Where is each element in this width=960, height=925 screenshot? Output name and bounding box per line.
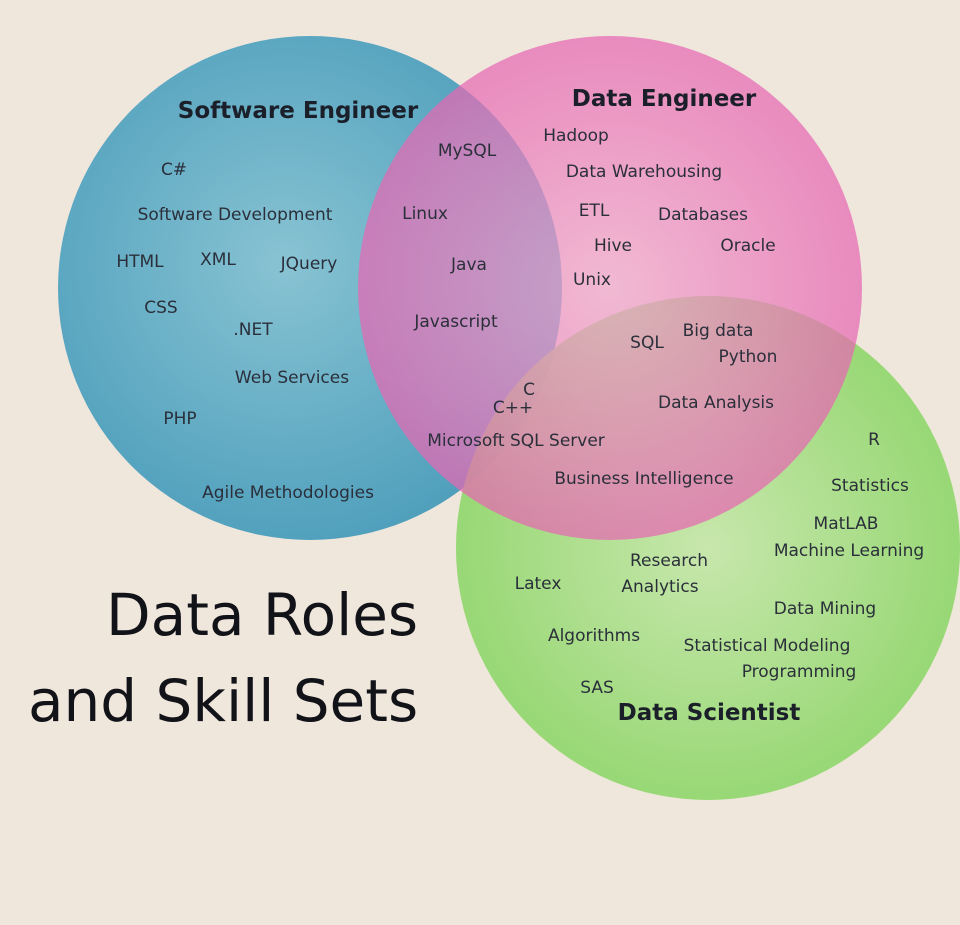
title-line-1: Data Roles (106, 581, 419, 649)
skill-label: R (868, 430, 880, 450)
skill-label: CSS (144, 298, 178, 318)
skill-label: XML (200, 250, 236, 270)
skill-label: Java (451, 255, 487, 275)
skill-label: Microsoft SQL Server (427, 431, 605, 451)
skill-label: Programming (741, 662, 857, 682)
venn-diagram (58, 36, 960, 800)
skill-label: Business Intelligence (554, 469, 734, 489)
skill-label: Databases (658, 205, 748, 225)
skill-label: Hadoop (543, 126, 609, 146)
skill-label: Data Mining (773, 599, 877, 619)
skill-label: Data Analysis (657, 393, 775, 413)
data-scientist-heading: Data Scientist (617, 700, 801, 726)
title-line-2: and Skill Sets (28, 667, 419, 735)
skill-label: MySQL (437, 141, 497, 161)
skill-label: SAS (580, 678, 614, 698)
skill-label: Latex (514, 574, 562, 594)
skill-label: Software Development (137, 205, 333, 225)
skill-label: Hive (593, 236, 633, 256)
skill-label: Oracle (720, 236, 776, 256)
skill-label: PHP (163, 409, 197, 429)
skill-label: .NET (233, 320, 273, 340)
skill-label: Big data (682, 321, 754, 341)
skill-label: SQL (630, 333, 664, 353)
skill-label: Linux (402, 204, 448, 224)
diagram-title: Data Roles and Skill Sets (28, 572, 418, 744)
skill-label: Research (630, 551, 708, 571)
skill-label: ETL (578, 201, 610, 221)
skill-label: Javascript (414, 312, 498, 332)
skill-label: Unix (572, 270, 612, 290)
skill-label: Machine Learning (773, 541, 925, 561)
software-engineer-heading: Software Engineer (177, 98, 419, 124)
data-engineer-heading: Data Engineer (571, 86, 757, 112)
skill-label: JQuery (280, 254, 338, 274)
skill-label: C++ (492, 398, 534, 418)
skill-label: Agile Methodologies (202, 483, 374, 503)
skill-label: MatLAB (813, 514, 879, 534)
skill-label: Data Warehousing (565, 162, 723, 182)
skill-label: Algorithms (547, 626, 641, 646)
skill-label: Analytics (621, 577, 699, 597)
skill-label: Statistics (831, 476, 909, 496)
skill-label: HTML (116, 252, 164, 272)
skill-label: Statistical Modeling (683, 636, 851, 656)
skill-label: Python (718, 347, 778, 367)
skill-label: Web Services (234, 368, 350, 388)
skill-label: C# (160, 160, 188, 180)
skill-label: C (523, 380, 535, 400)
